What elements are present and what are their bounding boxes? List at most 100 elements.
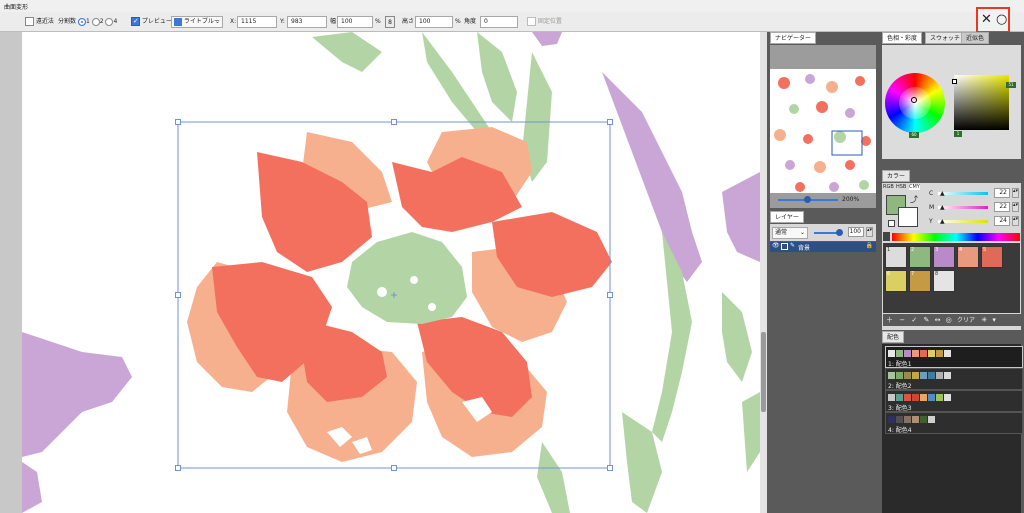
hue-wheel-center <box>899 87 931 119</box>
tab-hue-saturation[interactable]: 色相・彩度 <box>882 32 923 44</box>
add-icon[interactable]: ＋ <box>886 316 893 324</box>
tab-color[interactable]: カラー <box>882 170 911 182</box>
navigator-preview[interactable] <box>770 69 876 193</box>
tab-swatch[interactable]: スウォッチ <box>925 32 966 44</box>
tab-approx-color[interactable]: 近似色 <box>961 32 990 44</box>
height-input[interactable]: 100 <box>415 16 453 28</box>
spectrum-toggle[interactable] <box>883 232 890 241</box>
cs1-chip-7 <box>936 350 943 357</box>
channel-c-input[interactable]: 22 <box>994 188 1010 198</box>
height-percent: % <box>455 18 461 25</box>
target-icon[interactable]: ◎ <box>946 316 952 324</box>
check-icon[interactable]: ✓ <box>911 316 917 324</box>
layer-opacity-input[interactable]: 100 <box>848 227 864 237</box>
palette-swatch-8[interactable]: 8 <box>933 270 955 292</box>
layer-opacity-spinner[interactable]: ▴▾ <box>866 227 873 237</box>
palette-swatch-6[interactable]: 6 <box>885 270 907 292</box>
hue-picker[interactable] <box>911 97 917 103</box>
width-percent: % <box>375 18 381 25</box>
color-set-row-3[interactable]: 3: 配色3 <box>885 390 1023 412</box>
cs2-chip-7 <box>936 372 943 379</box>
transparent-color-swatch[interactable] <box>888 220 895 227</box>
angle-input[interactable]: 0 <box>480 16 518 28</box>
layer-opacity-handle[interactable] <box>836 229 843 236</box>
hue-wheel[interactable] <box>885 73 945 133</box>
scrollbar-thumb[interactable] <box>761 332 766 412</box>
palette-toolbar: ＋ − ✓ ✎ ↔ ◎ クリア ✳ ▾ <box>883 314 1021 326</box>
link-ratio-icon[interactable]: 8 <box>385 16 395 28</box>
canvas[interactable] <box>22 32 760 513</box>
fixed-position-checkbox[interactable]: 固定位置 <box>527 16 562 28</box>
lock-icon[interactable]: 🔒 <box>866 242 873 249</box>
palette-swatch-4[interactable]: 4 <box>957 246 979 268</box>
palette-swatch-5[interactable]: 5 <box>981 246 1003 268</box>
y-input[interactable]: 983 <box>287 16 327 28</box>
color-set-row-2[interactable]: 2: 配色2 <box>885 368 1023 390</box>
tab-color-set[interactable]: 配色 <box>882 331 905 343</box>
palette-clear-button[interactable]: クリア <box>957 317 975 324</box>
channel-m-input[interactable]: 22 <box>994 202 1010 212</box>
preview-checkbox[interactable]: プレビュー <box>131 15 172 28</box>
division-radio-1[interactable] <box>77 17 86 26</box>
chevron-down-icon[interactable]: ▾ <box>992 316 996 324</box>
cs3-chip-4 <box>912 394 919 401</box>
palette-swatch-7-number: 7 <box>911 271 915 277</box>
lock-transparency-icon[interactable] <box>781 243 788 250</box>
width-input[interactable]: 100 <box>337 16 373 28</box>
ok-button[interactable]: ○ <box>996 12 1007 28</box>
blend-mode-dropdown[interactable]: 通常 ⌄ <box>772 227 808 239</box>
y-label: Y: <box>280 18 285 25</box>
navigator-zoom-handle[interactable] <box>804 196 811 203</box>
guide-color-swatch <box>174 17 182 26</box>
color-set-row-1[interactable]: 1: 配色1 <box>885 346 1023 368</box>
palette-swatch-1[interactable]: 1 <box>885 246 907 268</box>
swap-icon[interactable]: ↔ <box>935 316 941 324</box>
channel-c-handle[interactable]: ▲ <box>940 190 945 197</box>
sv-picker[interactable] <box>952 79 957 84</box>
perspective-check-box[interactable] <box>25 17 34 26</box>
palette-swatch-3[interactable]: 3 <box>933 246 955 268</box>
color-set-label-1: 1: 配色1 <box>888 361 912 368</box>
division-radio-2[interactable] <box>91 17 100 26</box>
pencil-icon[interactable]: ✎ <box>923 316 929 324</box>
channel-y-slider[interactable] <box>938 220 988 223</box>
channel-y-handle[interactable]: ▲ <box>940 218 945 225</box>
channel-m-handle[interactable]: ▲ <box>940 204 945 211</box>
saturation-value-square[interactable] <box>954 75 1009 130</box>
mode-hsb[interactable]: HSB <box>896 184 906 190</box>
channel-c-spinner[interactable]: ▴▾ <box>1012 188 1019 198</box>
remove-icon[interactable]: − <box>899 316 905 324</box>
color-set-row-4[interactable]: 4: 配色4 <box>885 412 1023 434</box>
eye-icon[interactable]: 👁 <box>772 242 780 249</box>
tab-layer[interactable]: レイヤー <box>770 211 804 223</box>
preview-check-box[interactable] <box>131 15 140 27</box>
swap-colors-icon[interactable]: ⤴ <box>910 194 918 205</box>
cs3-chip-6 <box>928 394 935 401</box>
sub-color-swatch[interactable] <box>898 207 918 227</box>
color-spectrum-bar[interactable] <box>892 233 1020 241</box>
layer-row[interactable]: 👁 ✎ 背景 🔒 <box>770 242 876 252</box>
channel-y-input[interactable]: 24 <box>994 216 1010 226</box>
channel-y-spinner[interactable]: ▴▾ <box>1012 216 1019 226</box>
cs2-chip-5 <box>920 372 927 379</box>
channel-c-slider[interactable] <box>938 192 988 195</box>
cancel-button[interactable]: ✕ <box>981 12 992 28</box>
fixed-position-check-box[interactable] <box>527 17 536 26</box>
cs2-chip-4 <box>912 372 919 379</box>
canvas-vertical-scrollbar[interactable] <box>760 32 767 513</box>
perspective-checkbox[interactable]: 遠近法 <box>25 16 54 28</box>
cs1-chip-4 <box>912 350 919 357</box>
settings-icon[interactable]: ✳ <box>981 316 987 324</box>
tab-navigator[interactable]: ナビゲーター <box>770 32 817 44</box>
cs1-chip-5 <box>920 350 927 357</box>
cs3-chip-2 <box>896 394 903 401</box>
channel-m-spinner[interactable]: ▴▾ <box>1012 202 1019 212</box>
mode-cmy[interactable]: CMY <box>909 184 920 190</box>
cs4-chip-2 <box>896 416 903 423</box>
mode-rgb[interactable]: RGB <box>883 184 894 190</box>
palette-swatch-7[interactable]: 7 <box>909 270 931 292</box>
palette-swatch-2[interactable]: 2 <box>909 246 931 268</box>
channel-m-slider[interactable] <box>938 206 988 209</box>
guide-color-dropdown[interactable]: ライトブルー ⌄ <box>171 16 223 28</box>
x-input[interactable]: 1115 <box>237 16 277 28</box>
